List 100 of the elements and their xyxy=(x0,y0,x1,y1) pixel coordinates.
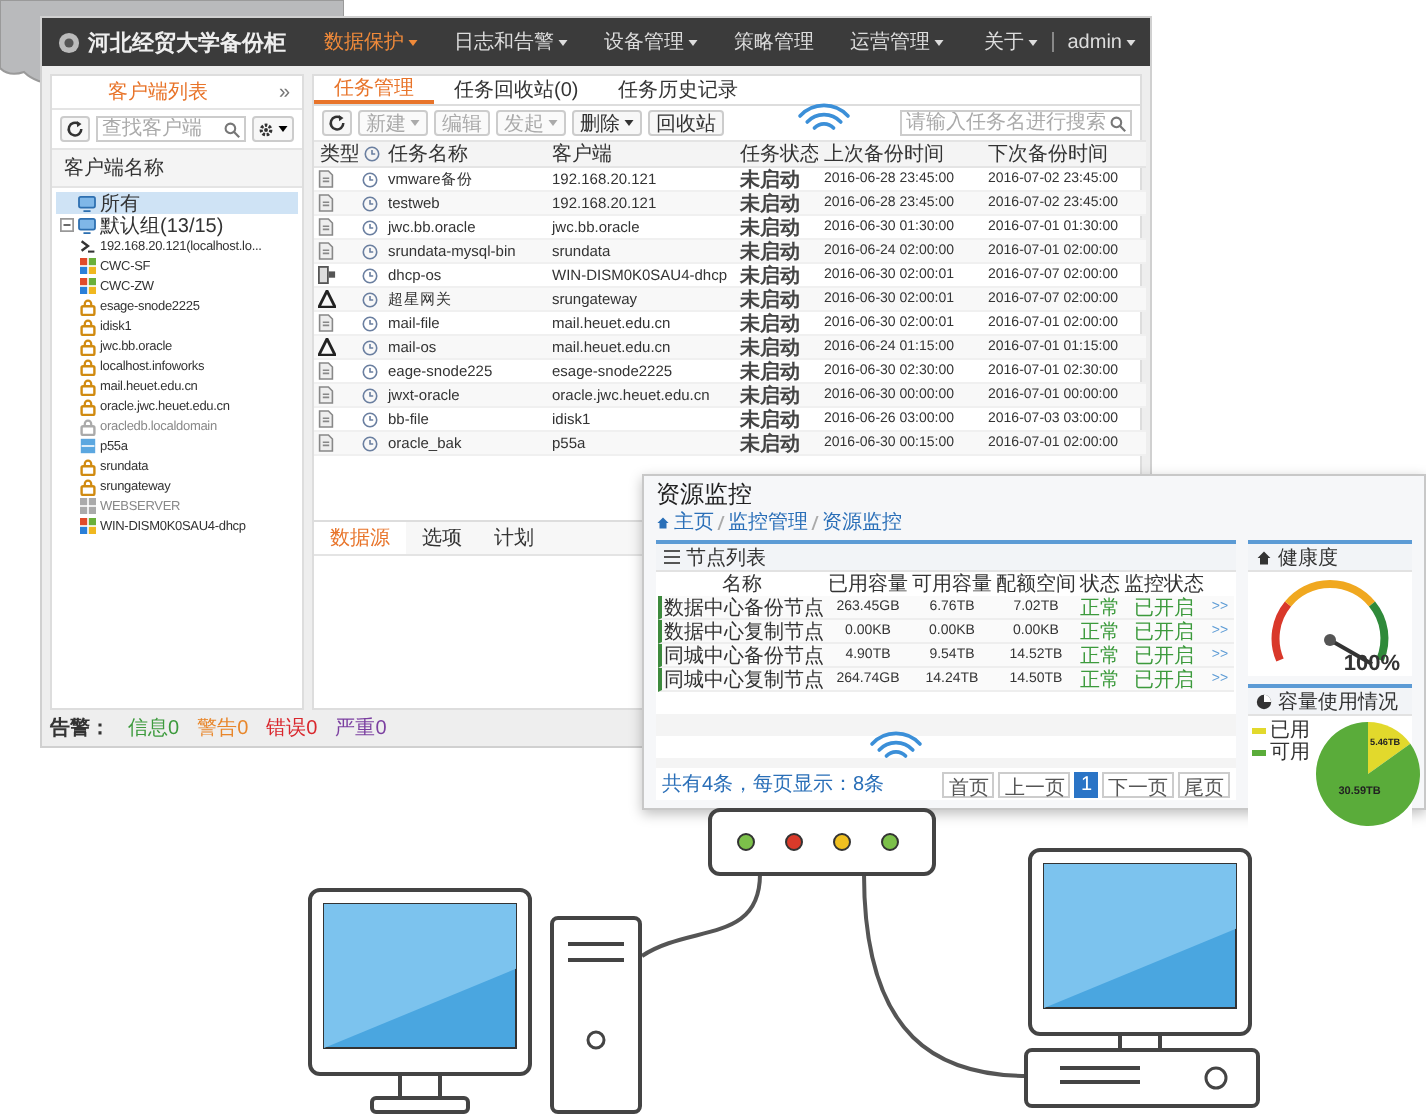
clock-icon xyxy=(362,435,378,451)
pagination-button[interactable]: 尾页 xyxy=(1178,771,1230,797)
alert-count[interactable]: 错误0 xyxy=(266,714,318,742)
windows-icon xyxy=(80,498,96,514)
user-menu-item[interactable]: 关于 xyxy=(969,28,1052,56)
search-icon xyxy=(1110,115,1126,131)
search-field[interactable]: 请输入任务名进行搜索 xyxy=(900,110,1132,136)
server-icon xyxy=(318,266,336,284)
page-info: 共有4条，每页显示：8条 xyxy=(662,771,885,798)
caret-icon xyxy=(548,120,558,126)
column-header[interactable]: 可用容量 xyxy=(912,570,992,598)
column-header[interactable]: 状态 xyxy=(1080,570,1120,598)
table-cell-text: 未启动 xyxy=(740,190,800,216)
table-cell-text: 正常 xyxy=(1080,667,1120,693)
computer-group-icon xyxy=(78,217,96,233)
nav-menu-item[interactable]: 策略管理 xyxy=(716,28,832,56)
tab[interactable]: 计划 xyxy=(478,522,550,554)
panel-title: 健康度 xyxy=(1278,545,1338,571)
table-cell-text: 正常 xyxy=(1080,595,1120,621)
toolbar-button[interactable]: 删除 xyxy=(572,110,642,136)
legend-label: 可用 xyxy=(1270,742,1310,764)
user-menu-item[interactable]: admin xyxy=(1053,31,1150,53)
table-cell-text: 正常 xyxy=(1080,643,1120,669)
nav-menu-item[interactable]: 运营管理 xyxy=(832,28,962,56)
legend-swatch xyxy=(1252,750,1266,756)
caret-icon xyxy=(688,39,698,45)
table-cell-text: 未启动 xyxy=(740,262,800,288)
clock-icon xyxy=(362,339,378,355)
table-cell-text: 已开启 xyxy=(1134,595,1194,621)
table-cell-text: 未启动 xyxy=(740,166,800,192)
clock-icon xyxy=(362,387,378,403)
table-cell-text: 未启动 xyxy=(740,238,800,264)
table-cell-text: 未启动 xyxy=(740,430,800,457)
pagination-button[interactable]: 下一页 xyxy=(1102,771,1174,797)
table-cell-text: 未启动 xyxy=(740,286,800,312)
legend-label: 已用 xyxy=(1270,720,1310,742)
alert-count[interactable]: 严重0 xyxy=(335,714,387,742)
table-cell-text: 未启动 xyxy=(740,358,800,384)
table-cell-text: 未启动 xyxy=(740,214,800,240)
toolbar-button[interactable]: 回收站 xyxy=(648,110,724,136)
tree-item[interactable]: 所有 xyxy=(56,192,298,214)
table-cell-text: 同城中心备份节点 xyxy=(664,643,824,669)
cable-line xyxy=(641,873,762,958)
clock-icon xyxy=(362,267,378,283)
pagination-button[interactable]: 首页 xyxy=(942,771,995,797)
column-header[interactable]: 已用容量 xyxy=(828,570,908,598)
refresh-button[interactable] xyxy=(322,110,352,136)
collapse-icon[interactable] xyxy=(60,218,74,232)
caret-icon xyxy=(278,126,288,132)
column-header[interactable]: 配额空间 xyxy=(996,570,1076,598)
app-title: 河北经贸大学备份柜 xyxy=(88,29,286,57)
windows-icon xyxy=(80,518,96,534)
caret-icon xyxy=(558,39,568,45)
pagination-button[interactable]: 上一页 xyxy=(998,771,1071,797)
nav-menu-item[interactable]: 日志和告警 xyxy=(436,28,586,56)
column-header[interactable]: 名称 xyxy=(722,570,762,598)
nav-menu-item[interactable]: 数据保护 xyxy=(306,28,436,56)
tab[interactable]: 任务回收站(0) xyxy=(434,76,599,104)
settings-button[interactable] xyxy=(252,116,294,142)
clock-icon xyxy=(362,315,378,331)
status-label: 告警： xyxy=(50,715,110,742)
tab[interactable]: 任务历史记录 xyxy=(598,76,759,104)
breadcrumb-link[interactable]: 资源监控 xyxy=(822,508,902,536)
table-cell-text: 正常 xyxy=(1080,619,1120,645)
table-cell-text: 数据中心复制节点 xyxy=(664,619,824,645)
clock-icon xyxy=(362,219,378,235)
clock-icon xyxy=(362,363,378,379)
pagination-button[interactable]: 1 xyxy=(1074,771,1098,797)
legend-swatch xyxy=(1252,728,1266,734)
refresh-button[interactable] xyxy=(60,116,90,142)
table-cell-text: 数据中心备份节点 xyxy=(664,595,824,621)
clock-icon xyxy=(362,171,378,187)
caret-icon xyxy=(410,120,420,126)
system-icon xyxy=(318,338,336,356)
clock-icon xyxy=(364,146,380,162)
nav-menu-item[interactable]: 设备管理 xyxy=(586,28,716,56)
table-cell-text: 未启动 xyxy=(740,334,800,360)
caret-icon xyxy=(934,39,944,45)
breadcrumb-link[interactable]: 监控管理 xyxy=(728,508,808,536)
caret-icon xyxy=(1027,39,1038,45)
terminal-icon xyxy=(80,238,96,254)
gear-icon xyxy=(258,121,274,137)
column-header[interactable]: 监控状态 xyxy=(1124,570,1204,598)
home-icon xyxy=(1256,549,1272,565)
clock-icon xyxy=(362,291,378,307)
panel-title: 容量使用情况 xyxy=(1278,689,1398,715)
table-cell-text: 同城中心复制节点 xyxy=(664,667,824,693)
system-icon xyxy=(318,290,336,308)
clock-icon xyxy=(362,195,378,211)
search-icon xyxy=(224,121,240,137)
clock-icon xyxy=(362,243,378,259)
tab[interactable]: 选项 xyxy=(406,522,478,554)
clock-icon xyxy=(362,411,378,427)
pie-chart-icon xyxy=(1256,693,1272,709)
caret-icon xyxy=(624,120,634,126)
breadcrumb-link[interactable]: 主页 xyxy=(656,508,714,536)
windows-icon xyxy=(80,258,96,274)
tree-item[interactable]: 默认组(13/15) xyxy=(56,214,298,236)
collapse-button[interactable]: » xyxy=(278,81,290,103)
wifi-icon xyxy=(798,103,850,130)
